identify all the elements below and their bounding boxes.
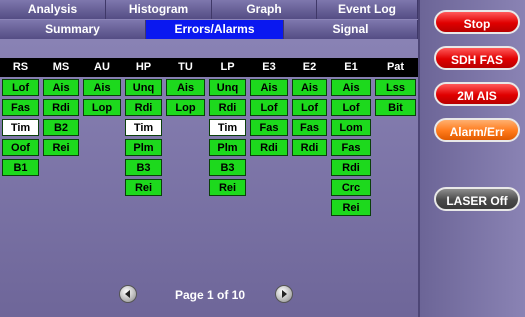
arrow-left-icon[interactable]	[119, 285, 137, 303]
alarm-cell-pat-bit[interactable]: Bit	[375, 99, 416, 116]
alarm-cell-lp-unq[interactable]: Unq	[209, 79, 246, 96]
alarm-cell-tu-lop[interactable]: Lop	[166, 99, 205, 116]
tab-event-log[interactable]: Event Log	[317, 0, 418, 19]
alarm-err-button[interactable]: Alarm/Err	[434, 118, 520, 142]
alarm-cell-rs-tim[interactable]: Tim	[2, 119, 39, 136]
side-panel: Stop SDH FAS 2M AIS Alarm/Err LASER Off	[418, 0, 525, 317]
alarm-cell-lp-plm[interactable]: Plm	[209, 139, 246, 156]
sdh-fas-button[interactable]: SDH FAS	[434, 46, 520, 70]
alarm-cell-ms-ais[interactable]: Ais	[43, 79, 79, 96]
tab-errors-alarms[interactable]: Errors/Alarms	[146, 20, 284, 39]
alarm-cell-e3-fas[interactable]: Fas	[250, 119, 288, 136]
alarm-cell-ms-b2[interactable]: B2	[43, 119, 79, 136]
alarm-cell-e1-rdi[interactable]: Rdi	[331, 159, 371, 176]
alarm-cell-hp-rei[interactable]: Rei	[125, 179, 162, 196]
tab-graph[interactable]: Graph	[212, 0, 317, 19]
page-indicator: Page 1 of 10	[175, 288, 246, 302]
tab-signal[interactable]: Signal	[284, 20, 418, 39]
alarm-cell-lp-rei[interactable]: Rei	[209, 179, 246, 196]
column-header-ms: MS	[52, 61, 70, 73]
top-tab-bar: Analysis Histogram Graph Event Log	[0, 0, 418, 19]
alarm-cell-rs-b1[interactable]: B1	[2, 159, 39, 176]
alarm-cell-hp-rdi[interactable]: Rdi	[125, 99, 162, 116]
arrow-right-icon[interactable]	[275, 285, 293, 303]
alarm-cell-e1-fas[interactable]: Fas	[331, 139, 371, 156]
alarm-cell-lp-b3[interactable]: B3	[209, 159, 246, 176]
alarm-cell-hp-tim[interactable]: Tim	[125, 119, 162, 136]
pager: Page 1 of 10	[0, 285, 418, 307]
column-header-e1: E1	[344, 61, 358, 73]
alarm-cell-e1-crc[interactable]: Crc	[331, 179, 371, 196]
alarm-cell-au-ais[interactable]: Ais	[83, 79, 121, 96]
2m-ais-button[interactable]: 2M AIS	[434, 82, 520, 106]
alarm-cell-e3-lof[interactable]: Lof	[250, 99, 288, 116]
alarm-cell-pat-lss[interactable]: Lss	[375, 79, 416, 96]
alarm-cell-hp-plm[interactable]: Plm	[125, 139, 162, 156]
column-header-au: AU	[94, 61, 110, 73]
alarm-cell-e1-rei[interactable]: Rei	[331, 199, 371, 216]
alarm-cell-e2-ais[interactable]: Ais	[292, 79, 327, 96]
alarm-cell-e1-ais[interactable]: Ais	[331, 79, 371, 96]
tab-analysis[interactable]: Analysis	[0, 0, 106, 19]
column-header-e2: E2	[302, 61, 317, 73]
alarm-cell-e1-lof[interactable]: Lof	[331, 99, 371, 116]
column-header-pat: Pat	[386, 61, 405, 73]
alarm-cell-hp-b3[interactable]: B3	[125, 159, 162, 176]
column-header-row: RS MS AU HP TU LP E3 E2 E1 Pat	[0, 58, 418, 77]
alarm-cell-tu-ais[interactable]: Ais	[166, 79, 205, 96]
column-header-e3: E3	[262, 61, 276, 73]
alarm-cell-e1-lom[interactable]: Lom	[331, 119, 371, 136]
alarm-cell-lp-tim[interactable]: Tim	[209, 119, 246, 136]
alarm-cell-e2-rdi[interactable]: Rdi	[292, 139, 327, 156]
laser-off-button[interactable]: LASER Off	[434, 187, 520, 211]
column-header-lp: LP	[220, 61, 235, 73]
main-panel: Analysis Histogram Graph Event Log Summa…	[0, 0, 418, 317]
column-header-rs: RS	[12, 61, 29, 73]
alarm-cell-rs-oof[interactable]: Oof	[2, 139, 39, 156]
alarm-cell-e3-rdi[interactable]: Rdi	[250, 139, 288, 156]
alarm-cell-au-lop[interactable]: Lop	[83, 99, 121, 116]
alarm-cell-ms-rdi[interactable]: Rdi	[43, 99, 79, 116]
alarm-cell-e3-ais[interactable]: Ais	[250, 79, 288, 96]
sub-tab-bar: Summary Errors/Alarms Signal	[0, 20, 418, 39]
alarm-cell-rs-fas[interactable]: Fas	[2, 99, 39, 116]
alarm-cell-lp-rdi[interactable]: Rdi	[209, 99, 246, 116]
column-header-tu: TU	[178, 61, 193, 73]
alarm-cell-hp-unq[interactable]: Unq	[125, 79, 162, 96]
tab-summary[interactable]: Summary	[0, 20, 146, 39]
alarm-cell-e2-lof[interactable]: Lof	[292, 99, 327, 116]
tab-histogram[interactable]: Histogram	[106, 0, 212, 19]
stop-button[interactable]: Stop	[434, 10, 520, 34]
alarm-cell-e2-fas[interactable]: Fas	[292, 119, 327, 136]
alarm-cell-rs-lof[interactable]: Lof	[2, 79, 39, 96]
column-header-hp: HP	[135, 61, 152, 73]
alarm-cell-ms-rei[interactable]: Rei	[43, 139, 79, 156]
